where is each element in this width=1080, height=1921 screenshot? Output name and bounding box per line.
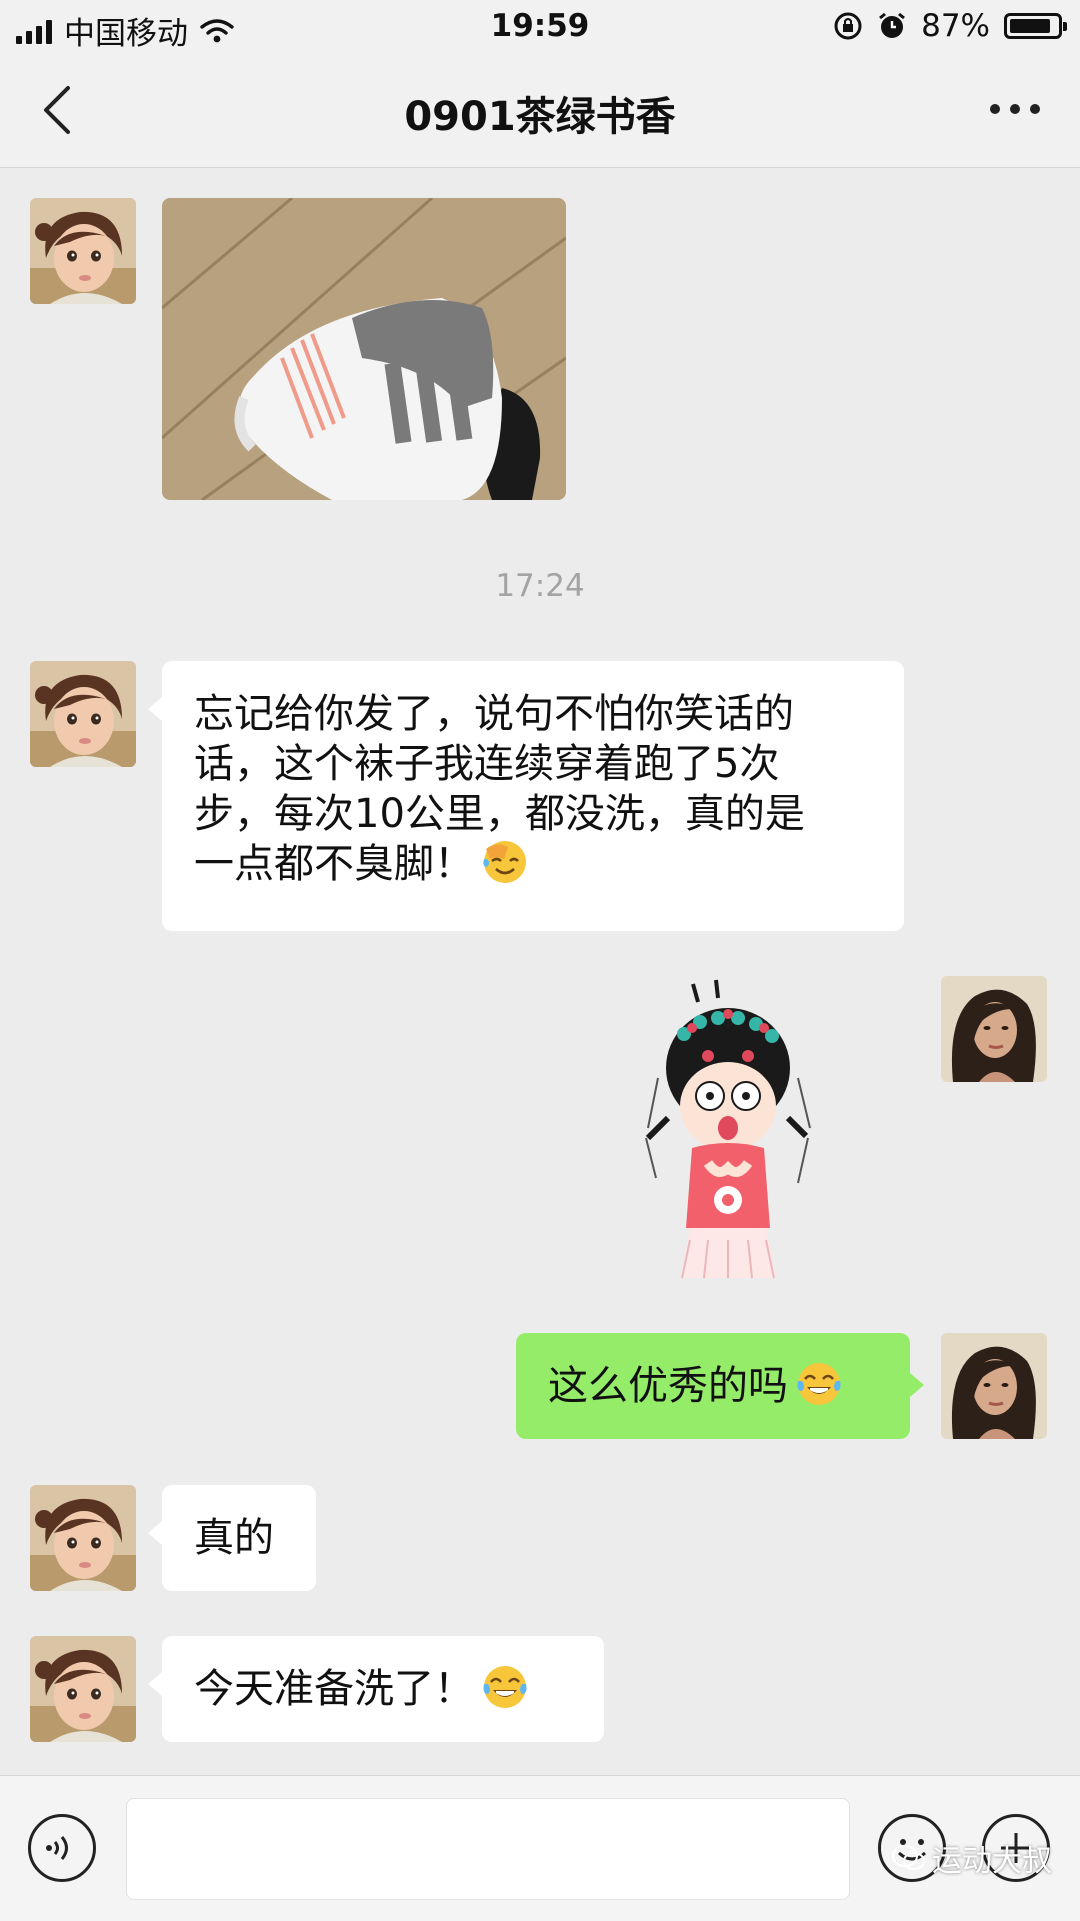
more-dots-icon[interactable] — [990, 104, 1040, 114]
message-bubble[interactable]: 真的 — [148, 1485, 316, 1591]
message-photo[interactable] — [162, 198, 566, 500]
watermark-text: 运动大叔 — [932, 1844, 1052, 1879]
message-text: 这么优秀的吗 — [548, 1363, 788, 1409]
voice-icon[interactable] — [28, 1814, 96, 1882]
message-bubble[interactable]: 这么优秀的吗 — [516, 1333, 924, 1439]
message-line: 步，每次10公里，都没洗，真的是 — [194, 791, 805, 837]
tears-of-joy-emoji-icon — [482, 1664, 528, 1710]
battery-fill — [1010, 19, 1051, 33]
avatar-self[interactable] — [941, 976, 1047, 1082]
avatar-self[interactable] — [941, 1333, 1047, 1439]
timestamp: 17:24 — [495, 568, 585, 604]
message-line: 忘记给你发了，说句不怕你笑话的 — [194, 691, 794, 737]
alarm-icon — [879, 12, 906, 38]
facepalm-emoji-icon — [482, 839, 528, 885]
message-line: 话，这个袜子我连续穿着跑了5次 — [194, 741, 780, 787]
tears-of-joy-emoji-icon — [796, 1361, 842, 1407]
message-text: 真的 — [194, 1515, 274, 1561]
message-bubble[interactable]: 忘记给你发了，说句不怕你笑话的 话，这个袜子我连续穿着跑了5次 步，每次10公里… — [148, 661, 904, 931]
battery-percent: 87% — [921, 8, 990, 44]
chat-title: 0901茶绿书香 — [404, 94, 676, 140]
status-bar: 中国移动 19:59 87% — [0, 0, 1080, 54]
chat-header: 0901茶绿书香 — [0, 54, 1080, 168]
avatar-contact[interactable] — [30, 198, 136, 304]
message-text: 今天准备洗了！ — [194, 1666, 474, 1712]
rotation-lock-icon — [834, 12, 862, 40]
sticker-shocked-girl[interactable] — [638, 978, 818, 1290]
avatar-contact[interactable] — [30, 661, 136, 767]
battery-icon — [1004, 13, 1067, 39]
status-right: 87% — [833, 8, 1067, 44]
message-line: 一点都不臭脚！ — [194, 841, 474, 887]
avatar-contact[interactable] — [30, 1636, 136, 1742]
wechat-logo-icon — [892, 1845, 925, 1870]
message-input[interactable] — [126, 1798, 850, 1900]
message-bubble[interactable]: 今天准备洗了！ — [148, 1636, 604, 1742]
watermark: 运动大叔 — [892, 1836, 1052, 1880]
avatar-contact[interactable] — [30, 1485, 136, 1591]
input-bar: 运动大叔 — [0, 1775, 1080, 1921]
